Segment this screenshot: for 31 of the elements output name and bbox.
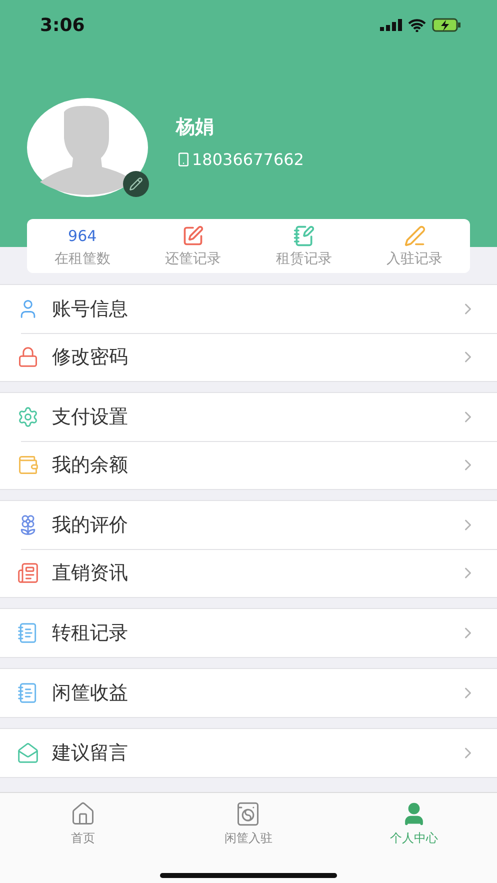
menu-item[interactable]: 账号信息 [52, 296, 459, 322]
status-time: 3:06 [40, 14, 85, 36]
menu-item[interactable]: 直销资讯 [52, 560, 459, 586]
washing-machine-icon [235, 801, 262, 827]
notepad-icon [17, 622, 39, 644]
menu-item[interactable]: 我的评价 [52, 512, 459, 538]
settings-icon [17, 406, 39, 428]
wifi-icon [408, 18, 426, 32]
newspaper-icon [17, 562, 39, 584]
notepad-icon [292, 224, 315, 246]
menu-item[interactable]: 支付设置 [52, 404, 459, 430]
wallet-icon [17, 454, 39, 476]
menu-item[interactable]: 我的余额 [52, 452, 459, 478]
phone-icon [176, 152, 191, 167]
battery-icon [432, 18, 461, 32]
avatar-icon[interactable] [27, 98, 148, 197]
home-icon [70, 801, 96, 827]
menu-item[interactable]: 闲筐收益 [52, 680, 459, 706]
menu-item[interactable]: 建议留言 [52, 740, 459, 766]
user-name: 杨娟 [176, 115, 215, 140]
envelope-icon [17, 742, 39, 764]
menu-item[interactable]: 转租记录 [52, 620, 459, 646]
menu-item[interactable]: 修改密码 [52, 344, 459, 370]
phone-number: 18036677662 [192, 150, 304, 169]
notepad-icon [17, 682, 39, 704]
note-edit-icon [182, 224, 204, 246]
pencil-icon [404, 224, 426, 246]
lock-icon [17, 346, 39, 368]
basket-count: 964 [68, 226, 97, 246]
edit-badge[interactable] [123, 171, 149, 197]
signal-icon [380, 19, 402, 31]
